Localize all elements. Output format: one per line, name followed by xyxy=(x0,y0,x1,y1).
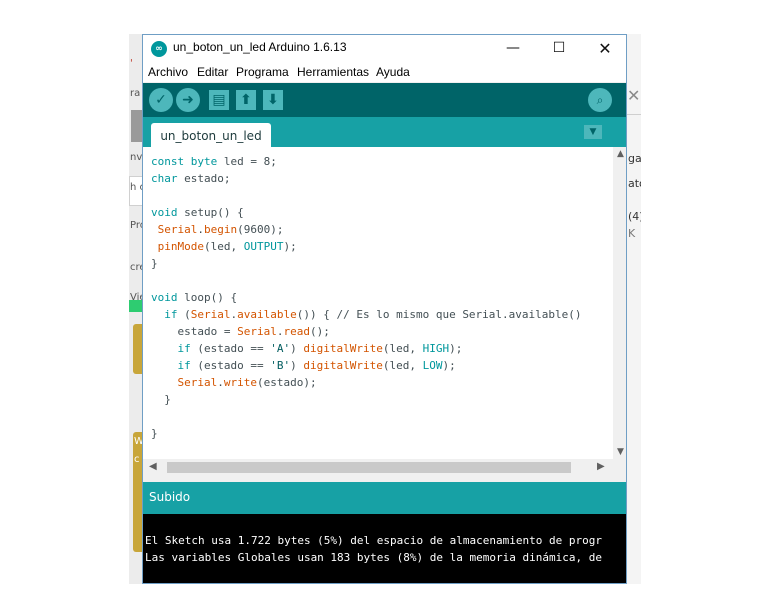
horizontal-scrollbar[interactable]: ◀ ▶ xyxy=(143,459,613,476)
arduino-ide-window: ∞ un_boton_un_led Arduino 1.6.13 — ☐ ✕ A… xyxy=(142,34,627,584)
code-line: if (estado == 'A') digitalWrite(led, HIG… xyxy=(177,342,463,355)
scroll-right-icon[interactable]: ▶ xyxy=(597,461,605,472)
background-text: c xyxy=(134,454,140,465)
code-line: Serial.write(estado); xyxy=(177,376,317,389)
menu-bar: Archivo Editar Programa Herramientas Ayu… xyxy=(143,62,626,82)
background-window-right: ✕ gar ato (4) K xyxy=(627,34,641,584)
code-line: Serial.begin(9600); xyxy=(157,223,284,236)
background-mark: ' xyxy=(130,58,133,69)
code-editor[interactable]: const byte led = 8; char estado; void se… xyxy=(143,147,613,459)
vertical-scrollbar[interactable]: ▲ ▼ xyxy=(613,147,626,459)
background-text: ato xyxy=(628,177,641,190)
status-bar: Subido xyxy=(143,482,626,514)
code-text[interactable]: const byte led = 8; char estado; void se… xyxy=(151,153,582,442)
tab-menu-chevron-down-icon[interactable]: ▼ xyxy=(584,125,602,139)
background-text: K xyxy=(628,227,636,240)
window-title: un_boton_un_led Arduino 1.6.13 xyxy=(173,40,347,54)
verify-button[interactable]: ✓ xyxy=(149,88,173,112)
save-sketch-button[interactable]: ⬇ xyxy=(263,90,283,110)
menu-programa[interactable]: Programa xyxy=(236,65,289,79)
menu-editar[interactable]: Editar xyxy=(197,65,228,79)
background-window-left: ' ra nv h c Pro cre Vie W c xyxy=(129,34,143,584)
code-line: pinMode(led, OUTPUT); xyxy=(157,240,297,253)
background-divider xyxy=(627,114,641,115)
code-line: } xyxy=(151,257,158,270)
scroll-left-icon[interactable]: ◀ xyxy=(149,461,157,472)
scroll-down-icon[interactable]: ▼ xyxy=(613,447,626,457)
code-line: const byte led = 8; xyxy=(151,155,277,168)
toolbar: ✓ ➜ ▤ ⬆ ⬇ ⌕ xyxy=(143,83,626,117)
arduino-logo-icon: ∞ xyxy=(151,41,167,57)
code-line: char estado; xyxy=(151,172,231,185)
code-line: if (Serial.available()) { // Es lo mismo… xyxy=(164,308,582,321)
background-text: ra xyxy=(130,88,141,99)
maximize-button[interactable]: ☐ xyxy=(536,35,582,62)
tab-un-boton-un-led[interactable]: un_boton_un_led xyxy=(151,123,271,147)
console-text: El Sketch usa 1.722 bytes (5%) del espac… xyxy=(145,534,602,564)
code-line: } xyxy=(151,427,158,440)
code-line: void setup() { xyxy=(151,206,244,219)
title-bar[interactable]: ∞ un_boton_un_led Arduino 1.6.13 — ☐ ✕ xyxy=(143,35,626,62)
code-line: } xyxy=(151,393,171,406)
background-text: nv xyxy=(130,152,143,163)
open-sketch-button[interactable]: ⬆ xyxy=(236,90,256,110)
tab-bar: un_boton_un_led ▼ xyxy=(143,117,626,147)
menu-herramientas[interactable]: Herramientas xyxy=(297,65,369,79)
upload-button[interactable]: ➜ xyxy=(176,88,200,112)
new-sketch-button[interactable]: ▤ xyxy=(209,90,229,110)
output-console[interactable]: El Sketch usa 1.722 bytes (5%) del espac… xyxy=(143,514,626,583)
scroll-up-icon[interactable]: ▲ xyxy=(613,149,626,159)
background-text: (4) xyxy=(628,210,641,223)
minimize-button[interactable]: — xyxy=(490,35,536,62)
menu-archivo[interactable]: Archivo xyxy=(148,65,188,79)
code-line: if (estado == 'B') digitalWrite(led, LOW… xyxy=(177,359,456,372)
background-text: gar xyxy=(628,152,641,165)
menu-ayuda[interactable]: Ayuda xyxy=(376,65,410,79)
code-line: estado = Serial.read(); xyxy=(151,325,330,338)
horizontal-scroll-thumb[interactable] xyxy=(167,462,571,473)
serial-monitor-button[interactable]: ⌕ xyxy=(588,88,612,112)
scroll-corner xyxy=(613,459,626,476)
status-text: Subido xyxy=(149,490,191,504)
code-line: void loop() { xyxy=(151,291,238,304)
background-close-icon: ✕ xyxy=(627,86,641,105)
close-button[interactable]: ✕ xyxy=(582,35,626,62)
